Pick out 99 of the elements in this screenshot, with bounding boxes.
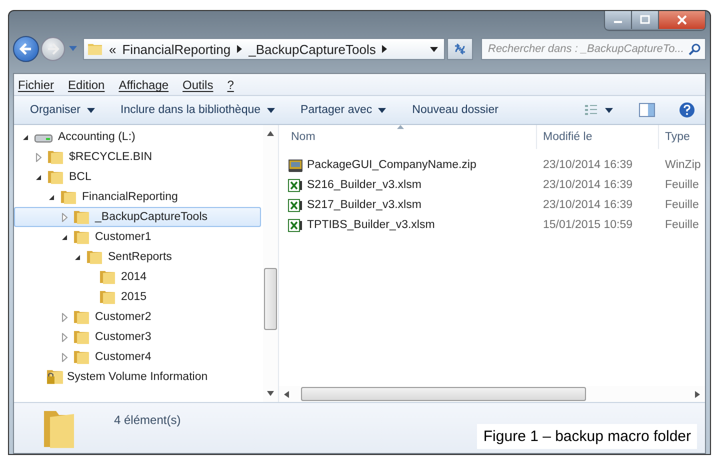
item-count: 4 élément(s)	[114, 412, 181, 427]
caret-icon	[86, 108, 94, 112]
column-header[interactable]: Nom	[279, 125, 537, 149]
expanded-arrow-icon[interactable]	[74, 254, 81, 260]
tree-item[interactable]: Customer4	[14, 347, 261, 367]
folder-icon	[73, 229, 91, 245]
dropdown-caret-icon[interactable]	[430, 46, 438, 52]
tree-item[interactable]: System Volume Information	[14, 367, 261, 387]
scroll-thumb[interactable]	[301, 387, 586, 401]
archive-icon	[288, 158, 304, 172]
toolbar-button[interactable]: Inclure dans la bibliothèque	[114, 101, 291, 119]
toolbar-button[interactable]: Partager avec	[294, 101, 402, 119]
menu-item[interactable]: Affichage	[118, 78, 169, 92]
menu-item[interactable]: Edition	[68, 78, 105, 92]
folder-icon	[86, 249, 104, 265]
tree-item[interactable]: FinancialReporting	[14, 187, 261, 207]
column-header[interactable]: Type	[659, 125, 705, 149]
file-type: Feuille	[664, 219, 700, 231]
folder-icon	[47, 149, 65, 165]
figure-caption: Figure 1 – backup macro folder	[477, 424, 697, 449]
back-arrow-icon	[19, 42, 33, 56]
caret-icon	[378, 108, 386, 112]
collapsed-arrow-icon[interactable]	[62, 312, 68, 322]
folder-icon	[73, 209, 91, 225]
refresh-button[interactable]	[447, 38, 473, 60]
back-button[interactable]	[13, 36, 39, 62]
menu-item[interactable]: ?	[227, 78, 234, 92]
tree-item[interactable]: Customer3	[14, 327, 261, 347]
modified-date: 15/01/2015 10:59	[542, 219, 634, 231]
menu-item[interactable]: Outils	[182, 78, 214, 92]
file-type: Feuille	[664, 199, 700, 211]
list-view-icon	[585, 104, 615, 116]
forward-arrow-icon	[46, 42, 60, 56]
pane-icon	[639, 103, 655, 117]
file-type: WinZip	[664, 159, 702, 171]
sort-arrow-icon	[397, 125, 404, 129]
file-name[interactable]: S217_Builder_v3.xlsm	[307, 199, 422, 211]
modified-date: 23/10/2014 16:39	[542, 159, 634, 171]
folder-icon	[99, 289, 117, 305]
menu-item[interactable]: Fichier	[18, 78, 54, 92]
scroll-right-icon[interactable]	[695, 390, 700, 398]
folder-icon	[99, 269, 117, 285]
modified-date: 23/10/2014 16:39	[542, 179, 634, 191]
tree-item[interactable]: 2014	[14, 267, 261, 287]
maximize-button[interactable]	[632, 11, 659, 29]
toolbar-button[interactable]: Organiser	[24, 101, 110, 119]
folder-icon	[47, 169, 65, 185]
spreadsheet-icon	[288, 218, 304, 232]
caret-icon	[266, 108, 275, 112]
folder-icon	[73, 329, 91, 345]
file-name[interactable]: S216_Builder_v3.xlsm	[307, 179, 422, 191]
column-header[interactable]: Modifié le	[537, 125, 659, 149]
collapsed-arrow-icon[interactable]	[62, 352, 68, 362]
help-icon	[679, 102, 695, 118]
locked-folder-icon	[47, 370, 63, 384]
expanded-arrow-icon[interactable]	[35, 174, 42, 180]
expanded-arrow-icon[interactable]	[61, 234, 68, 240]
refresh-icon	[452, 43, 468, 55]
chevron-right-icon[interactable]	[236, 45, 243, 53]
scroll-thumb[interactable]	[264, 268, 277, 330]
folder-icon	[87, 41, 103, 57]
maximize-icon	[639, 15, 651, 25]
close-icon	[675, 15, 689, 25]
expanded-arrow-icon[interactable]	[48, 194, 55, 200]
search-icon	[688, 42, 701, 56]
minimize-button[interactable]	[605, 11, 632, 29]
expanded-arrow-icon[interactable]	[22, 134, 29, 140]
tree-item[interactable]: $RECYCLE.BIN	[14, 147, 261, 167]
file-name[interactable]: PackageGUI_CompanyName.zip	[307, 159, 476, 171]
overflow-chevron[interactable]: «	[109, 42, 116, 56]
modified-date: 23/10/2014 16:39	[542, 199, 634, 211]
collapsed-arrow-icon[interactable]	[62, 212, 68, 222]
tree-item[interactable]: BCL	[14, 167, 261, 187]
chevron-right-icon[interactable]	[382, 45, 388, 53]
tree-item[interactable]: Accounting (L:)	[14, 127, 261, 147]
collapsed-arrow-icon[interactable]	[36, 152, 42, 162]
spreadsheet-icon	[288, 198, 304, 212]
breadcrumb[interactable]: _BackupCaptureTools	[248, 42, 376, 56]
tree-item[interactable]: Customer2	[14, 307, 261, 327]
tree-item[interactable]: Customer1	[14, 227, 261, 247]
tree-item[interactable]: 2015	[14, 287, 261, 307]
collapsed-arrow-icon[interactable]	[62, 332, 68, 342]
file-name[interactable]: TPTIBS_Builder_v3.xlsm	[307, 219, 435, 231]
tree-item[interactable]: _BackupCaptureTools	[14, 207, 261, 227]
address-bar[interactable]: « FinancialReporting _BackupCaptureTools	[83, 38, 445, 60]
scroll-down-icon[interactable]	[267, 391, 274, 396]
scroll-left-icon[interactable]	[284, 390, 289, 398]
close-button[interactable]	[659, 11, 705, 29]
tree-item[interactable]: SentReports	[14, 247, 261, 267]
search-field[interactable]: Rechercher dans : _BackupCaptureTo...	[481, 38, 706, 60]
file-type: Feuille	[664, 179, 700, 191]
folder-icon	[60, 189, 78, 205]
spreadsheet-icon	[288, 178, 304, 192]
breadcrumb[interactable]: FinancialReporting	[122, 42, 231, 56]
folder-icon	[73, 349, 91, 365]
toolbar-button[interactable]: Nouveau dossier	[406, 101, 514, 119]
folder-icon	[42, 409, 76, 449]
folder-icon	[73, 309, 91, 325]
scroll-up-icon[interactable]	[267, 131, 274, 136]
